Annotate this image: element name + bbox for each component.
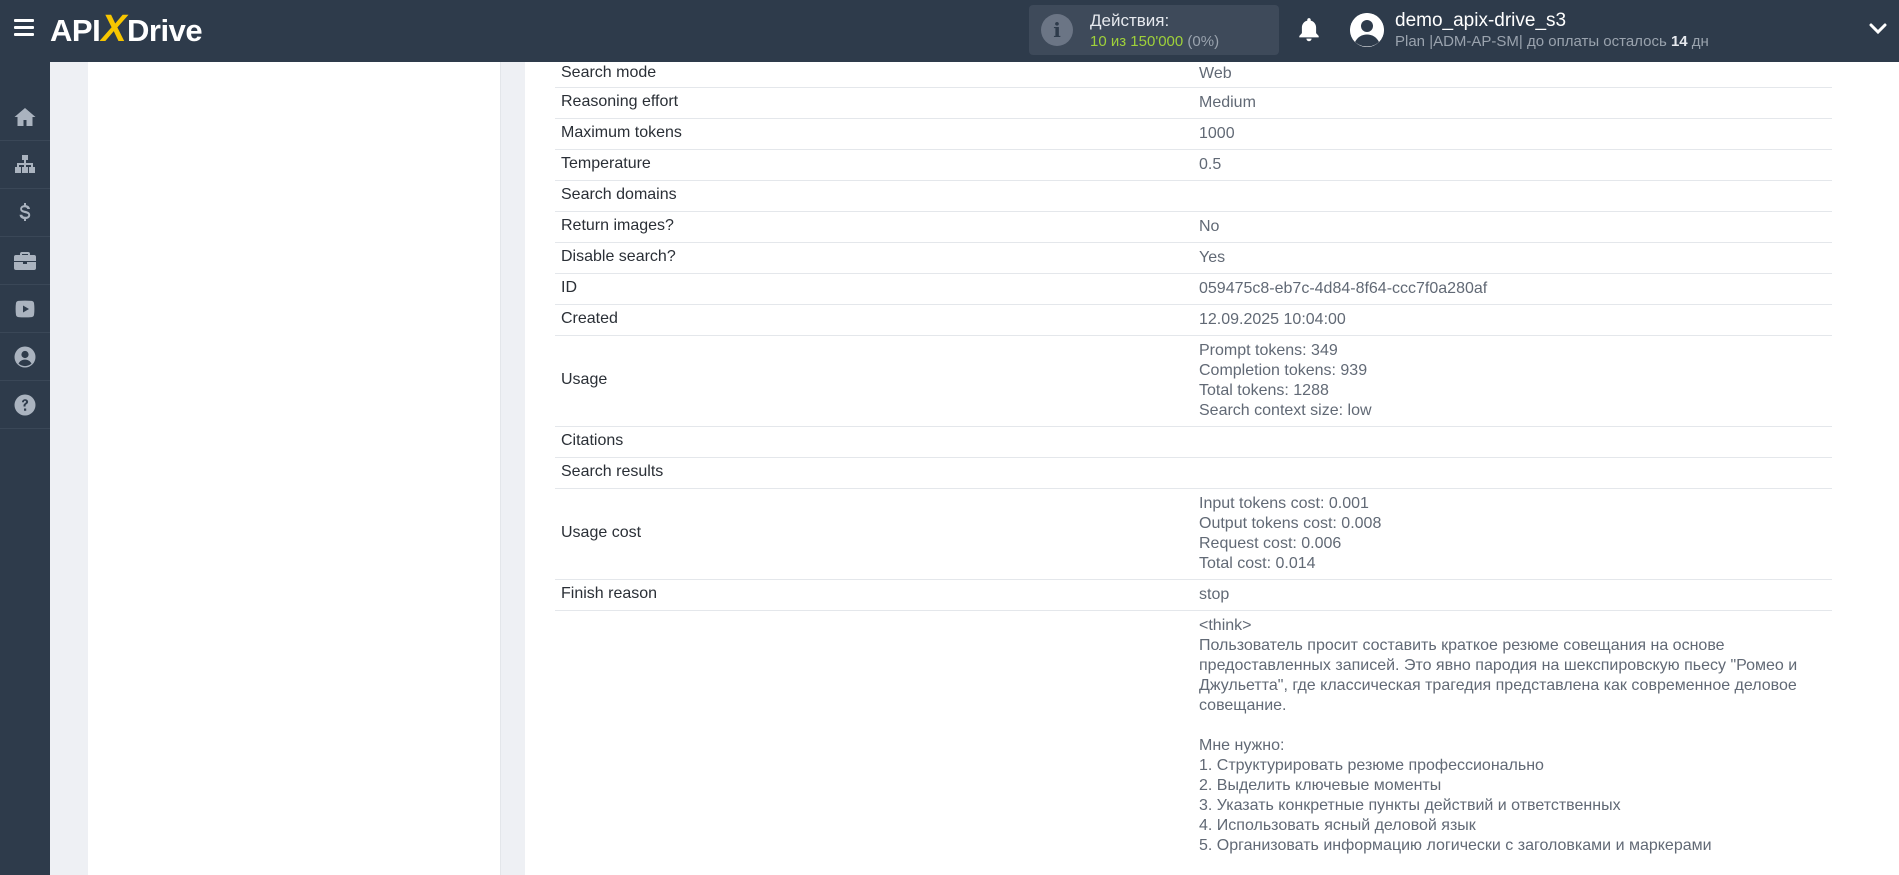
table-row: Disable search? Yes xyxy=(555,243,1832,274)
chevron-down-icon[interactable] xyxy=(1869,22,1887,36)
actions-title: Действия: xyxy=(1090,11,1170,30)
table-row: Usage Prompt tokens: 349 Completion toke… xyxy=(555,336,1832,427)
sidebar xyxy=(0,62,50,875)
actions-counter[interactable]: i Действия: 10 из 150'000 (0%) xyxy=(1029,5,1279,55)
menu-icon[interactable] xyxy=(14,19,34,37)
user-circle-icon xyxy=(14,346,36,368)
table-row: Maximum tokens 1000 xyxy=(555,119,1832,150)
sidebar-item-account[interactable] xyxy=(0,334,50,381)
left-panel xyxy=(88,62,501,875)
apixdrive-logo[interactable]: APIXDrive xyxy=(50,10,203,48)
table-row: Return images? No xyxy=(555,212,1832,243)
sidebar-item-video[interactable] xyxy=(0,286,50,333)
sidebar-item-connections[interactable] xyxy=(0,142,50,189)
table-row: ID 059475c8-eb7c-4d84-8f64-ccc7f0a280af xyxy=(555,274,1832,305)
table-row: Created 12.09.2025 10:04:00 xyxy=(555,305,1832,336)
plan-info: Plan |ADM-AP-SM| до оплаты осталось 14 д… xyxy=(1395,33,1709,50)
sidebar-item-billing[interactable] xyxy=(0,190,50,237)
question-icon xyxy=(14,394,36,416)
briefcase-icon xyxy=(14,252,36,270)
table-row: Temperature 0.5 xyxy=(555,150,1832,181)
bell-icon[interactable] xyxy=(1296,16,1322,44)
table-row: <think> Пользователь просит составить кр… xyxy=(555,611,1832,875)
table-row: Citations xyxy=(555,427,1832,458)
dollar-icon xyxy=(19,203,31,221)
top-header: APIXDrive i Действия: 10 из 150'000 (0%)… xyxy=(0,0,1899,62)
table-row: Search mode Web xyxy=(555,62,1832,88)
table-row: Reasoning effort Medium xyxy=(555,88,1832,119)
actions-count: 10 из 150'000 (0%) xyxy=(1090,33,1220,50)
info-icon: i xyxy=(1041,14,1073,46)
sidebar-item-help[interactable] xyxy=(0,382,50,429)
sidebar-item-home[interactable] xyxy=(0,94,50,141)
table-row: Finish reason stop xyxy=(555,580,1832,611)
username[interactable]: demo_apix-drive_s3 xyxy=(1395,10,1566,32)
response-text: <think> Пользователь просит составить кр… xyxy=(1199,617,1798,854)
youtube-icon xyxy=(15,300,35,318)
sidebar-item-tools[interactable] xyxy=(0,238,50,285)
table-row: Usage cost Input tokens cost: 0.001 Outp… xyxy=(555,489,1832,580)
user-avatar-icon[interactable] xyxy=(1350,13,1384,47)
sitemap-icon xyxy=(15,155,35,173)
table-row: Search domains xyxy=(555,181,1832,212)
home-icon xyxy=(14,108,36,126)
table-row: Search results xyxy=(555,458,1832,489)
